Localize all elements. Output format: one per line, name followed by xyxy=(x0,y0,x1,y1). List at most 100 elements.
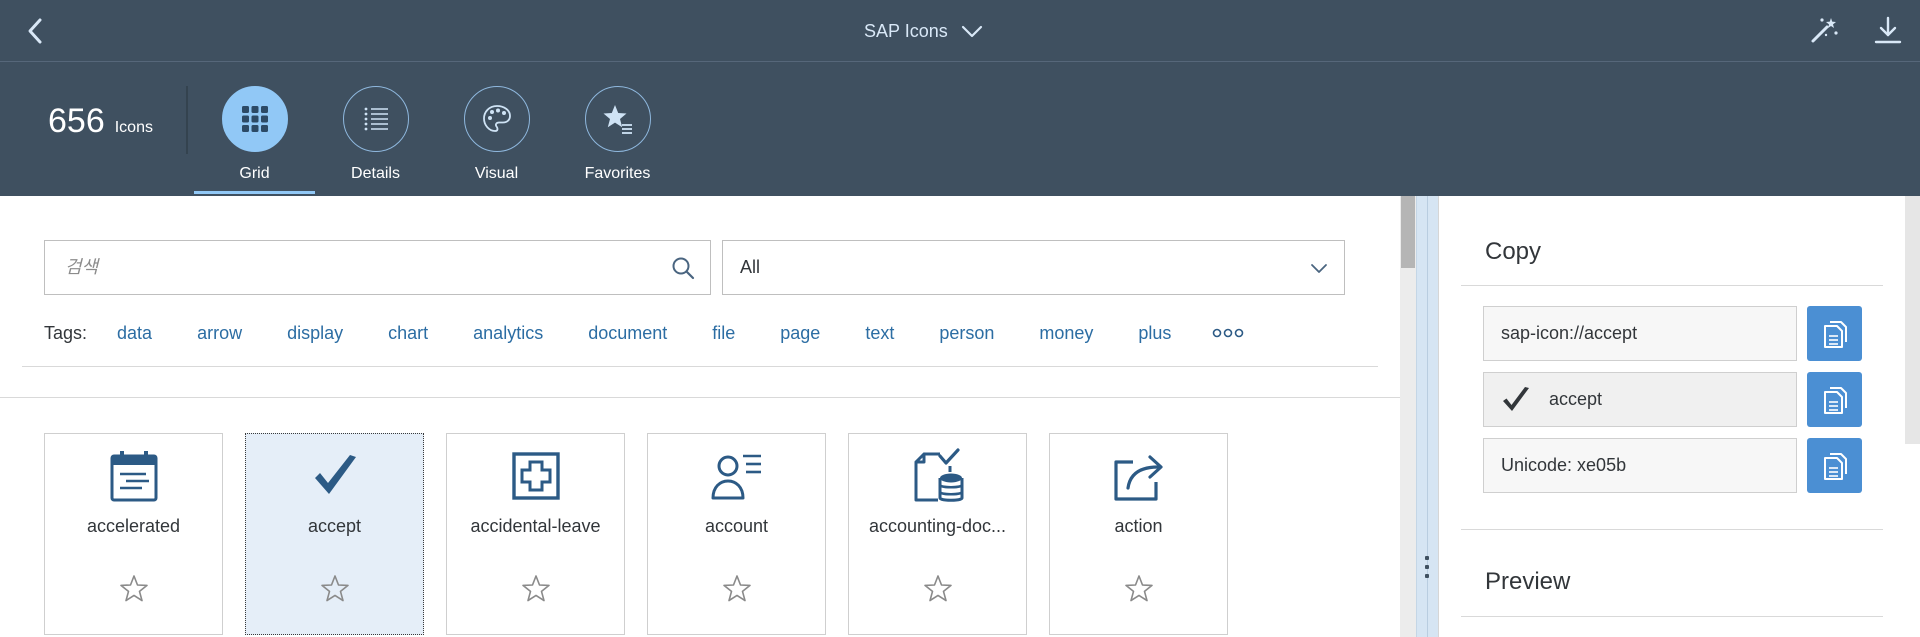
favorite-star-button[interactable] xyxy=(720,572,754,606)
magic-wand-icon xyxy=(1811,18,1838,43)
star-outline-icon xyxy=(722,575,751,602)
favorite-star-button[interactable] xyxy=(1122,572,1156,606)
splitter-grip-icon[interactable] xyxy=(1424,556,1430,578)
favorite-star-button[interactable] xyxy=(519,572,553,606)
icon-uri-field[interactable]: sap-icon://accept xyxy=(1483,306,1797,361)
tab-grid[interactable]: Grid xyxy=(194,86,315,194)
chevron-down-icon xyxy=(1311,264,1327,273)
icon-card-name: account xyxy=(704,516,769,536)
favorite-star-button[interactable] xyxy=(117,572,151,606)
copy-uri-button[interactable] xyxy=(1807,306,1862,361)
icon-card[interactable]: account xyxy=(647,433,826,635)
divider xyxy=(1461,285,1883,286)
icon-count: 656 Icons xyxy=(48,102,153,141)
favorite-star-button[interactable] xyxy=(318,572,352,606)
divider xyxy=(22,366,1378,367)
copy-icon xyxy=(1823,452,1847,480)
star-outline-icon xyxy=(119,575,148,602)
copy-section-title: Copy xyxy=(1485,238,1542,265)
download-button[interactable] xyxy=(1870,12,1906,48)
shell-bar: SAP Icons xyxy=(0,0,1920,62)
preview-section-title: Preview xyxy=(1485,568,1571,595)
tag-link[interactable]: money xyxy=(1039,323,1093,344)
favorite-list-icon xyxy=(603,105,632,134)
tags-label: Tags: xyxy=(44,322,88,343)
star-outline-icon xyxy=(521,575,550,602)
icon-card[interactable]: action xyxy=(1049,433,1228,635)
search-field xyxy=(44,240,711,295)
tag-link[interactable]: analytics xyxy=(473,323,543,344)
category-select-value: All xyxy=(740,257,761,277)
tab-favorites-circle xyxy=(584,86,651,152)
tab-details-circle xyxy=(342,86,409,152)
back-button[interactable] xyxy=(16,12,54,50)
main-scrollbar-thumb[interactable] xyxy=(1401,196,1415,268)
tag-link[interactable]: text xyxy=(865,323,894,344)
detail-panel: Copy sap-icon://accept accept Unicode: x… xyxy=(1438,196,1920,637)
app-title-menu[interactable]: SAP Icons xyxy=(864,18,984,44)
person-account-icon xyxy=(709,448,765,504)
side-scrollbar[interactable] xyxy=(1905,196,1920,444)
tab-details[interactable]: Details xyxy=(315,86,436,194)
copy-glyph-button[interactable] xyxy=(1807,372,1862,427)
divider xyxy=(1461,529,1883,530)
icon-unicode-field[interactable]: Unicode: xe05b xyxy=(1483,438,1797,493)
calendar-accelerated-icon xyxy=(106,448,162,504)
icon-unicode-value: Unicode: xe05b xyxy=(1501,455,1627,475)
icon-card[interactable]: accept xyxy=(245,433,424,635)
search-input[interactable] xyxy=(45,241,645,294)
tag-link[interactable]: plus xyxy=(1138,323,1171,344)
divider xyxy=(0,397,1400,398)
copy-unicode-button[interactable] xyxy=(1807,438,1862,493)
category-select[interactable]: All xyxy=(722,240,1345,295)
header-separator xyxy=(186,86,188,154)
copy-icon xyxy=(1823,320,1847,348)
icon-glyph-field[interactable]: accept xyxy=(1483,372,1797,427)
more-tags-button[interactable] xyxy=(1212,323,1244,343)
search-icon[interactable] xyxy=(670,255,696,281)
tab-favorites[interactable]: Favorites xyxy=(557,86,678,194)
tag-link[interactable]: document xyxy=(588,323,667,344)
overflow-icon xyxy=(1213,328,1244,338)
star-outline-icon xyxy=(1124,575,1153,602)
tab-visual[interactable]: Visual xyxy=(436,86,557,194)
favorite-star-button[interactable] xyxy=(921,572,955,606)
star-outline-icon xyxy=(923,575,952,602)
icon-card-name: action xyxy=(1114,516,1163,536)
tag-link[interactable]: data xyxy=(117,323,152,344)
tab-details-label: Details xyxy=(351,165,400,182)
star-outline-icon xyxy=(320,575,349,602)
checkmark-icon xyxy=(1501,385,1531,415)
icon-uri-value: sap-icon://accept xyxy=(1501,323,1638,343)
tag-link[interactable]: arrow xyxy=(197,323,242,344)
tag-link[interactable]: page xyxy=(780,323,820,344)
grip-dot xyxy=(1425,574,1429,578)
palette-icon xyxy=(482,105,511,132)
download-icon xyxy=(1874,16,1902,44)
tag-link[interactable]: display xyxy=(287,323,343,344)
tag-link[interactable]: file xyxy=(712,323,735,344)
icon-card-name: accelerated xyxy=(86,516,181,536)
icon-card[interactable]: accounting-doc... xyxy=(848,433,1027,635)
back-arrow-icon xyxy=(28,18,42,44)
tag-link[interactable]: person xyxy=(939,323,994,344)
icon-glyph-name: accept xyxy=(1549,389,1603,409)
divider xyxy=(1461,616,1883,617)
tab-grid-label: Grid xyxy=(239,165,270,182)
medical-cross-icon xyxy=(508,448,564,504)
icon-card-name: accept xyxy=(307,516,362,536)
grip-dot xyxy=(1425,556,1429,560)
accounting-document-icon xyxy=(910,448,966,504)
chevron-down-icon xyxy=(961,25,982,38)
icon-card[interactable]: accidental-leave xyxy=(446,433,625,635)
icon-count-label: Icons xyxy=(114,119,153,136)
app-title: SAP Icons xyxy=(864,20,948,41)
view-tabs: Grid Details Visual Favorites xyxy=(194,86,678,194)
magic-wand-button[interactable] xyxy=(1806,12,1842,48)
copy-icon xyxy=(1823,386,1847,414)
icon-card[interactable]: accelerated xyxy=(44,433,223,635)
icon-grid: accelerated accept accidental-leave acco… xyxy=(44,433,1228,635)
tag-link[interactable]: chart xyxy=(388,323,428,344)
list-icon xyxy=(364,107,388,131)
main-content: All Tags: data arrow display chart analy… xyxy=(0,196,1400,637)
